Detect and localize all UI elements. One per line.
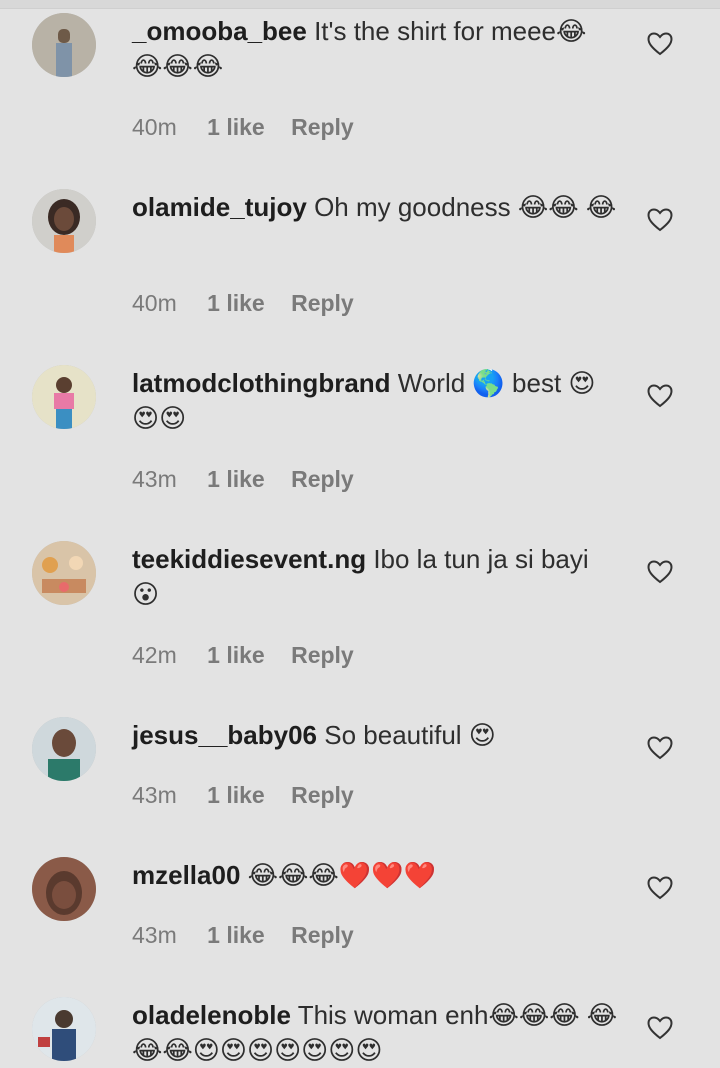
comment-username[interactable]: olamide_tujoy [132, 192, 307, 222]
comment-username[interactable]: teekiddiesevent.ng [132, 544, 366, 574]
comment-like-count[interactable]: 1 like [207, 466, 265, 492]
comment-username[interactable]: latmodclothingbrand [132, 368, 391, 398]
comment-username[interactable]: mzella00 [132, 860, 240, 890]
heart-outline-icon[interactable] [647, 32, 673, 56]
reply-button[interactable]: Reply [291, 466, 354, 492]
comment-timestamp: 43m [132, 466, 177, 492]
heart-outline-icon[interactable] [647, 736, 673, 760]
comment-timestamp: 40m [132, 290, 177, 316]
comment-timestamp: 43m [132, 782, 177, 808]
comment-username[interactable]: jesus__baby06 [132, 720, 317, 750]
heart-outline-icon[interactable] [647, 876, 673, 900]
avatar-teekiddies[interactable] [32, 541, 96, 605]
comment-like-count[interactable]: 1 like [207, 922, 265, 948]
avatar-jesus[interactable] [32, 717, 96, 781]
avatar-oladele[interactable] [32, 997, 96, 1061]
heart-outline-icon[interactable] [647, 384, 673, 408]
reply-button[interactable]: Reply [291, 782, 354, 808]
comment-username[interactable]: oladelenoble [132, 1000, 291, 1030]
heart-outline-icon[interactable] [647, 208, 673, 232]
comment-text: So beautiful 😍 [324, 720, 496, 750]
avatar-omooba[interactable] [32, 13, 96, 77]
comment-text: Oh my goodness 😂😂 😂 [314, 192, 617, 222]
comment-like-count[interactable]: 1 like [207, 114, 265, 140]
comment-timestamp: 43m [132, 922, 177, 948]
comment-username[interactable]: _omooba_bee [132, 16, 307, 46]
avatar-latmod[interactable] [32, 365, 96, 429]
top-divider [0, 0, 720, 9]
comment-text: 😂😂😂❤️❤️❤️ [247, 860, 436, 890]
reply-button[interactable]: Reply [291, 642, 354, 668]
reply-button[interactable]: Reply [291, 922, 354, 948]
comment-timestamp: 42m [132, 642, 177, 668]
comment-timestamp: 40m [132, 114, 177, 140]
comment-like-count[interactable]: 1 like [207, 642, 265, 668]
reply-button[interactable]: Reply [291, 114, 354, 140]
comment-like-count[interactable]: 1 like [207, 782, 265, 808]
heart-outline-icon[interactable] [647, 1016, 673, 1040]
comment-like-count[interactable]: 1 like [207, 290, 265, 316]
avatar-mzella[interactable] [32, 857, 96, 921]
heart-outline-icon[interactable] [647, 560, 673, 584]
reply-button[interactable]: Reply [291, 290, 354, 316]
avatar-olamide[interactable] [32, 189, 96, 253]
